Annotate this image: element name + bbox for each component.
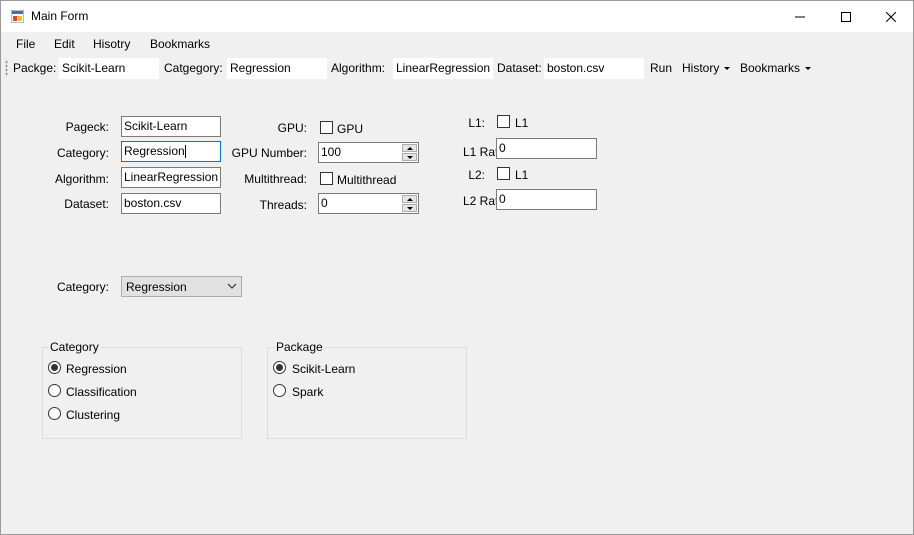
category-combobox[interactable]: Regression — [121, 276, 242, 297]
menu-bar: File Edit Hisotry Bookmarks — [1, 32, 913, 56]
chevron-down-icon — [724, 67, 731, 71]
ts-package-textbox[interactable]: Scikit-Learn — [59, 58, 159, 79]
spin-up-icon[interactable] — [402, 144, 417, 152]
multithread-checkbox-label: Multithread — [337, 173, 397, 187]
spin-down-icon[interactable] — [402, 153, 417, 161]
multithread-checkbox[interactable] — [320, 172, 333, 185]
multithread-label: Multithread: — [244, 172, 307, 186]
radio-spark-label: Spark — [292, 385, 324, 399]
close-button[interactable] — [868, 1, 913, 32]
radio-scikit-learn[interactable] — [273, 361, 286, 374]
tool-strip: Packge: Scikit-Learn Catgegory: Regressi… — [1, 56, 913, 81]
radio-scikit-learn-label: Scikit-Learn — [292, 362, 356, 376]
threads-label: Threads: — [259, 198, 307, 212]
radio-classification[interactable] — [48, 384, 61, 397]
category-combo-label: Category: — [56, 280, 109, 294]
package-label: Pageck: — [65, 120, 109, 134]
main-window: Main Form File Edit Hisotry Bookmarks Pa… — [0, 0, 914, 535]
radio-clustering-label: Clustering — [66, 408, 121, 422]
threads-spin[interactable] — [402, 195, 417, 212]
gpu-checkbox[interactable] — [320, 121, 333, 134]
gpu-number-spin[interactable] — [402, 144, 417, 161]
threads-value: 0 — [321, 196, 328, 210]
category-group-title: Category — [48, 340, 101, 354]
ts-bookmarks-dropdown[interactable]: Bookmarks — [740, 61, 812, 75]
l2-checkbox[interactable] — [497, 167, 510, 180]
l2-ratio-textbox[interactable]: 0 — [496, 189, 597, 210]
algorithm-label: Algorithm: — [54, 172, 109, 186]
category-label: Category: — [56, 146, 109, 160]
algorithm-textbox[interactable]: LinearRegression — [121, 167, 221, 188]
package-group-title: Package — [274, 340, 325, 354]
ts-bookmarks-label: Bookmarks — [740, 61, 801, 75]
menu-file[interactable]: File — [16, 37, 35, 51]
gpu-number-label: GPU Number: — [231, 146, 307, 160]
l2-checkbox-label: L1 — [515, 168, 529, 182]
l1-label: L1: — [468, 116, 485, 130]
threads-stepper[interactable]: 0 — [318, 193, 419, 214]
radio-classification-label: Classification — [66, 385, 137, 399]
l2-label: L2: — [468, 168, 485, 182]
gpu-number-stepper[interactable]: 100 — [318, 142, 419, 163]
maximize-button[interactable] — [823, 1, 869, 32]
spin-down-icon[interactable] — [402, 204, 417, 212]
text-cursor — [184, 145, 186, 159]
category-textbox[interactable]: Regression — [121, 141, 221, 162]
ts-dataset-textbox[interactable]: boston.csv — [544, 58, 644, 79]
dataset-label: Dataset: — [64, 197, 109, 211]
menu-bookmarks[interactable]: Bookmarks — [150, 37, 210, 51]
menu-history[interactable]: Hisotry — [93, 37, 130, 51]
l1-checkbox[interactable] — [497, 115, 510, 128]
radio-regression-label: Regression — [66, 362, 127, 376]
category-textbox-value: Regression — [124, 144, 185, 158]
dataset-textbox[interactable]: boston.csv — [121, 193, 221, 214]
ts-history-dropdown[interactable]: History — [682, 61, 731, 75]
toolstrip-grip[interactable] — [5, 60, 8, 77]
package-textbox[interactable]: Scikit-Learn — [121, 116, 221, 137]
ts-category-textbox[interactable]: Regression — [227, 58, 327, 79]
ts-package-label: Packge: — [13, 61, 57, 75]
minimize-icon — [795, 16, 805, 17]
chevron-down-icon — [805, 67, 812, 71]
close-icon — [886, 11, 896, 22]
radio-clustering[interactable] — [48, 407, 61, 420]
gpu-label: GPU: — [277, 121, 307, 135]
maximize-icon — [841, 11, 851, 22]
ts-category-label: Catgegory: — [164, 61, 223, 75]
radio-spark[interactable] — [273, 384, 286, 397]
ts-algorithm-textbox[interactable]: LinearRegression — [393, 58, 493, 79]
l1-ratio-textbox[interactable]: 0 — [496, 138, 597, 159]
l1-checkbox-label: L1 — [515, 116, 529, 130]
menu-edit[interactable]: Edit — [54, 37, 75, 51]
spin-up-icon[interactable] — [402, 195, 417, 203]
chevron-down-icon — [227, 283, 237, 289]
app-icon — [11, 10, 24, 23]
ts-run-button[interactable]: Run — [650, 61, 672, 75]
minimize-button[interactable] — [777, 1, 823, 32]
window-title: Main Form — [31, 9, 89, 23]
gpu-checkbox-label: GPU — [337, 122, 364, 136]
radio-regression[interactable] — [48, 361, 61, 374]
ts-history-label: History — [682, 61, 720, 75]
category-combobox-value: Regression — [126, 280, 187, 294]
ts-algorithm-label: Algorithm: — [331, 61, 386, 75]
title-bar: Main Form — [1, 1, 913, 32]
gpu-number-value: 100 — [321, 145, 342, 159]
ts-dataset-label: Dataset: — [497, 61, 542, 75]
